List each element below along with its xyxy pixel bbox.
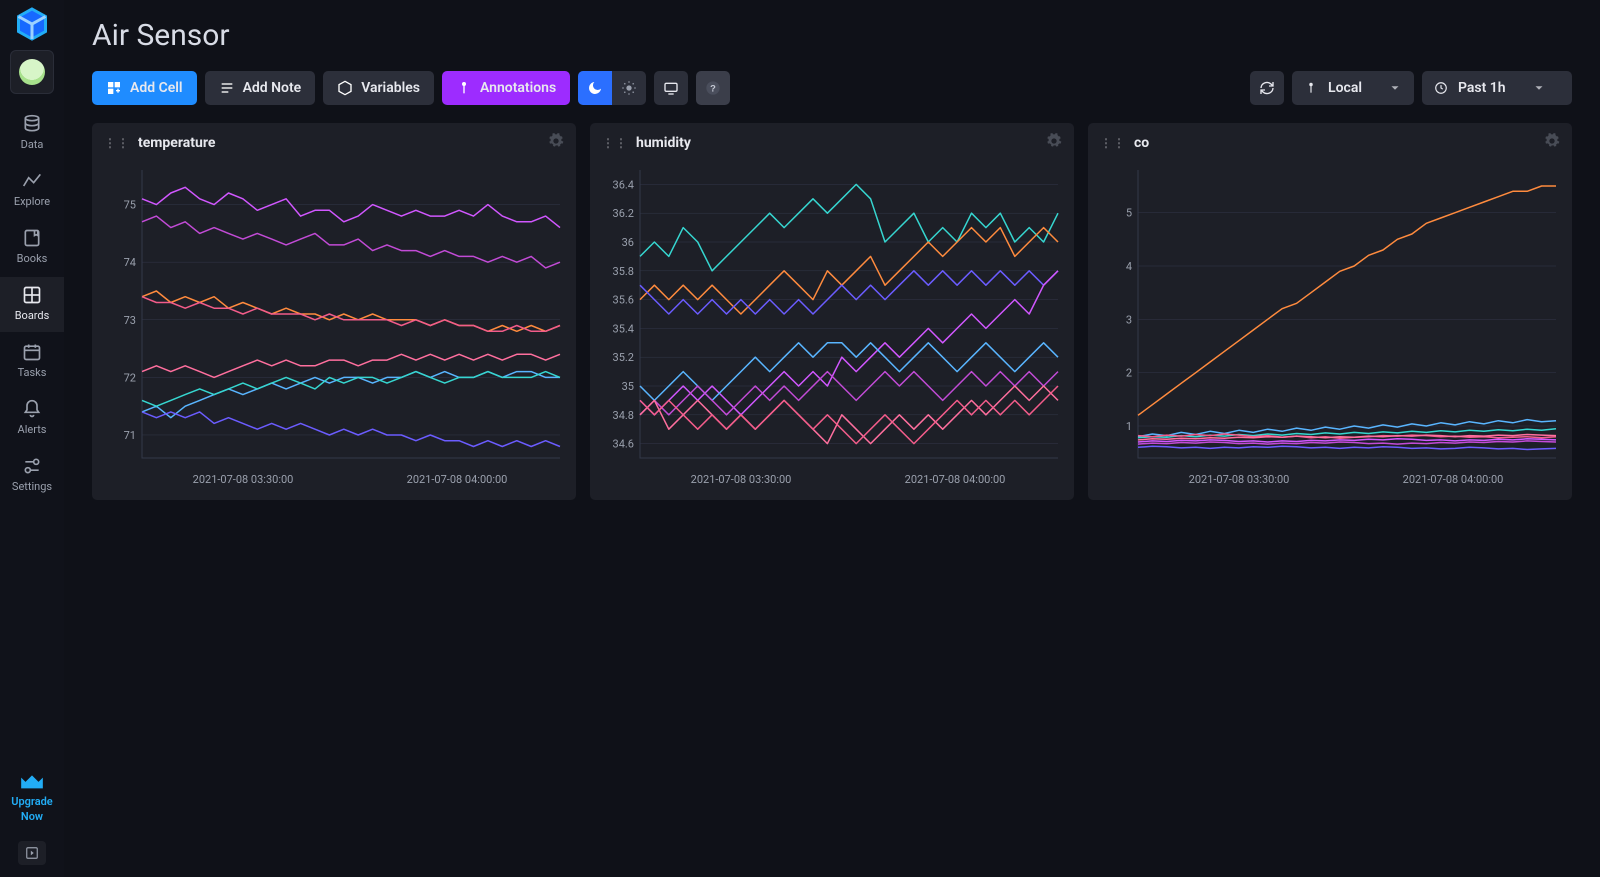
svg-text:1: 1 <box>1126 420 1132 433</box>
dropdown-value: Past 1h <box>1458 80 1506 96</box>
time-range-dropdown[interactable]: Past 1h <box>1422 71 1572 105</box>
page-title: Air Sensor <box>92 18 1572 53</box>
x-axis-labels: 2021-07-08 03:30:002021-07-08 04:00:00 <box>1100 473 1560 486</box>
sidebar: Data Explore Books Boards Tasks Alerts S… <box>0 0 64 877</box>
sidebar-item-tasks[interactable]: Tasks <box>0 334 64 389</box>
svg-text:2: 2 <box>1126 367 1132 380</box>
theme-light-button[interactable] <box>612 71 646 105</box>
svg-text:35.6: 35.6 <box>613 294 634 307</box>
cell-temperature: ⋮⋮ temperature 71 72 73 74 75 2021-07-08 03:… <box>92 123 576 500</box>
svg-text:34.6: 34.6 <box>613 438 634 451</box>
button-label: Annotations <box>480 80 556 96</box>
drag-handle-icon[interactable]: ⋮⋮ <box>104 136 130 150</box>
cell-title: co <box>1134 135 1149 151</box>
presentation-mode-button[interactable] <box>654 71 688 105</box>
svg-text:35.2: 35.2 <box>613 351 634 364</box>
svg-text:35: 35 <box>622 380 634 393</box>
svg-text:4: 4 <box>1126 260 1132 273</box>
svg-text:3: 3 <box>1126 313 1132 326</box>
drag-handle-icon[interactable]: ⋮⋮ <box>602 136 628 150</box>
dashboard-cells: ⋮⋮ temperature 71 72 73 74 75 2021-07-08 03:… <box>92 123 1572 500</box>
cell-humidity: ⋮⋮ humidity 34.6 34.8 35 35.2 35.4 35.6 35.8 36… <box>590 123 1074 500</box>
svg-text:36.4: 36.4 <box>613 178 634 191</box>
theme-toggle <box>578 71 646 105</box>
upgrade-label-1: Upgrade <box>11 795 52 808</box>
variables-button[interactable]: Variables <box>323 71 434 105</box>
dropdown-value: Local <box>1328 80 1362 96</box>
sidebar-item-label: Boards <box>15 309 50 322</box>
cell-settings-button[interactable] <box>548 133 564 153</box>
svg-text:73: 73 <box>124 314 136 327</box>
svg-text:35.8: 35.8 <box>613 265 634 278</box>
upgrade-now-button[interactable]: Upgrade Now <box>0 773 64 823</box>
svg-text:35.4: 35.4 <box>613 322 634 335</box>
sidebar-item-alerts[interactable]: Alerts <box>0 391 64 446</box>
collapse-sidebar-button[interactable] <box>18 841 46 865</box>
dashboard-toolbar: Add Cell Add Note Variables Annotations … <box>92 71 1572 105</box>
chevron-down-icon <box>1388 81 1402 95</box>
chart-plot[interactable]: 71 72 73 74 75 <box>104 159 564 469</box>
svg-text:5: 5 <box>1126 207 1132 220</box>
chart-plot[interactable]: 34.6 34.8 35 35.2 35.4 35.6 35.8 36 36.2 36.4 <box>602 159 1062 469</box>
sidebar-item-label: Alerts <box>18 423 47 436</box>
button-label: Add Note <box>243 80 302 96</box>
user-avatar[interactable] <box>10 50 54 94</box>
sidebar-item-label: Explore <box>14 195 50 208</box>
help-button[interactable]: ? <box>696 71 730 105</box>
upgrade-label-2: Now <box>21 810 43 823</box>
x-axis-labels: 2021-07-08 03:30:002021-07-08 04:00:00 <box>104 473 564 486</box>
button-label: Variables <box>361 80 420 96</box>
theme-dark-button[interactable] <box>578 71 612 105</box>
svg-text:?: ? <box>710 83 716 93</box>
cell-co: ⋮⋮ co 1 2 3 4 5 2021-07-08 03:30:002021-07-0… <box>1088 123 1572 500</box>
chevron-down-icon <box>1532 81 1546 95</box>
svg-text:72: 72 <box>124 371 136 384</box>
timezone-dropdown[interactable]: Local <box>1292 71 1414 105</box>
cell-settings-button[interactable] <box>1046 133 1062 153</box>
sidebar-item-label: Tasks <box>18 366 47 379</box>
refresh-button[interactable] <box>1250 71 1284 105</box>
x-axis-labels: 2021-07-08 03:30:002021-07-08 04:00:00 <box>602 473 1062 486</box>
svg-text:74: 74 <box>124 256 136 269</box>
annotations-button[interactable]: Annotations <box>442 71 570 105</box>
chart-plot[interactable]: 1 2 3 4 5 <box>1100 159 1560 469</box>
sidebar-item-label: Books <box>17 252 48 265</box>
add-note-button[interactable]: Add Note <box>205 71 316 105</box>
sidebar-item-explore[interactable]: Explore <box>0 163 64 218</box>
cell-settings-button[interactable] <box>1544 133 1560 153</box>
svg-text:71: 71 <box>124 429 136 442</box>
svg-text:34.8: 34.8 <box>613 409 634 422</box>
button-label: Add Cell <box>130 80 183 96</box>
svg-text:36: 36 <box>622 236 634 249</box>
cell-title: temperature <box>138 135 215 151</box>
app-logo-icon[interactable] <box>14 6 50 42</box>
sidebar-item-settings[interactable]: Settings <box>0 448 64 503</box>
svg-text:36.2: 36.2 <box>613 207 634 220</box>
sidebar-item-label: Data <box>21 138 44 151</box>
sidebar-item-books[interactable]: Books <box>0 220 64 275</box>
cell-title: humidity <box>636 135 691 151</box>
add-cell-button[interactable]: Add Cell <box>92 71 197 105</box>
drag-handle-icon[interactable]: ⋮⋮ <box>1100 136 1126 150</box>
sidebar-item-data[interactable]: Data <box>0 106 64 161</box>
main-content: Air Sensor Add Cell Add Note Variables A… <box>64 0 1600 877</box>
sidebar-item-label: Settings <box>12 480 52 493</box>
svg-text:75: 75 <box>124 199 136 212</box>
sidebar-item-boards[interactable]: Boards <box>0 277 64 332</box>
